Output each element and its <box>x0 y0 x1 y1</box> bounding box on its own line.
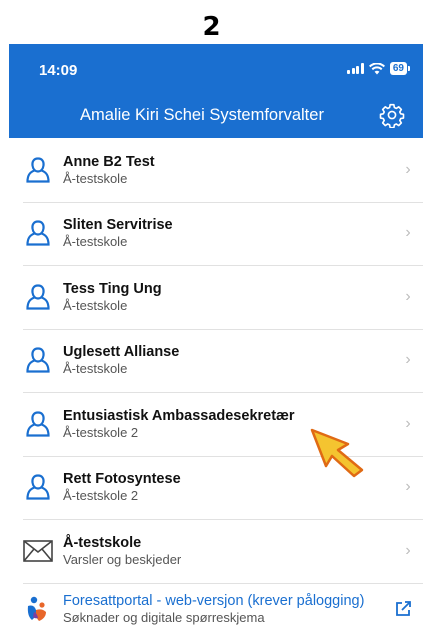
status-bar: 14:09 69 <box>9 62 423 82</box>
gear-icon <box>379 103 405 129</box>
school-messages-title: Å-testskole <box>63 534 142 551</box>
chevron-right-icon: › <box>405 478 411 496</box>
person-icon <box>26 347 50 373</box>
portal-link-subtitle: Søknader og digitale spørreskjema <box>63 609 265 625</box>
contact-row[interactable]: Sliten Servitrise Å-testskole › <box>9 202 423 266</box>
status-icons: 69 <box>347 62 411 75</box>
person-icon <box>26 284 50 310</box>
pointer-arrow-icon <box>310 428 364 478</box>
contact-name: Uglesett Allianse <box>63 344 180 361</box>
contact-school: Å-testskole <box>63 170 128 186</box>
contact-school: Å-testskole <box>63 297 128 313</box>
wifi-icon <box>368 62 385 74</box>
contact-name: Anne B2 Test <box>63 153 155 170</box>
contact-row[interactable]: Tess Ting Ung Å-testskole › <box>9 265 423 330</box>
contact-row[interactable]: Uglesett Allianse Å-testskole › <box>9 329 423 393</box>
person-icon <box>26 157 50 183</box>
battery-icon: 69 <box>389 62 411 75</box>
school-messages-row[interactable]: Å-testskole Varsler og beskjeder › <box>9 519 423 584</box>
school-messages-subtitle: Varsler og beskjeder <box>63 551 182 567</box>
chevron-right-icon: › <box>405 541 411 559</box>
contact-row[interactable]: Anne B2 Test Å-testskole › <box>9 138 423 203</box>
app-header: 14:09 69 Amalie Kiri Schei Systemforvalt… <box>9 44 423 138</box>
contact-school: Å-testskole <box>63 234 128 250</box>
envelope-icon <box>23 539 53 562</box>
step-number: 2 <box>202 12 221 42</box>
portal-link-row[interactable]: Foresattportal - web-versjon (krever pål… <box>9 583 423 634</box>
person-icon <box>26 220 50 246</box>
external-link-icon <box>396 600 411 616</box>
chevron-right-icon: › <box>405 414 411 432</box>
chevron-right-icon: › <box>405 351 411 369</box>
contact-school: Å-testskole <box>63 361 128 377</box>
signal-icon <box>347 63 364 74</box>
person-icon <box>26 474 50 500</box>
chevron-right-icon: › <box>405 160 411 178</box>
chevron-right-icon: › <box>405 224 411 242</box>
portal-logo-icon <box>27 596 46 621</box>
contact-name: Entusiastisk Ambassadesekretær <box>63 407 295 424</box>
settings-button[interactable] <box>379 102 405 129</box>
page-title: Amalie Kiri Schei Systemforvalter <box>80 106 324 124</box>
status-time: 14:09 <box>39 62 78 79</box>
portal-link-title: Foresattportal - web-versjon (krever pål… <box>63 592 365 609</box>
contact-name: Sliten Servitrise <box>63 217 173 234</box>
person-icon <box>26 411 50 437</box>
contact-name: Tess Ting Ung <box>63 280 162 297</box>
contact-school: Å-testskole 2 <box>63 488 139 504</box>
chevron-right-icon: › <box>405 287 411 305</box>
app-screen: 14:09 69 Amalie Kiri Schei Systemforvalt… <box>9 44 423 634</box>
